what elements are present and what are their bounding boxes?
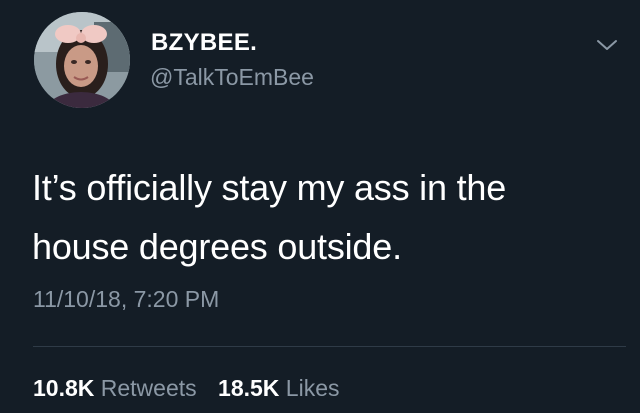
tweet-text: It’s officially stay my ass in the house… xyxy=(32,158,612,276)
tweet-card: BZYBEE. @TalkToEmBee It’s officially sta… xyxy=(0,0,640,413)
retweets-count: 10.8K xyxy=(33,375,95,401)
divider xyxy=(33,346,626,347)
tweet-timestamp[interactable]: 11/10/18, 7:20 PM xyxy=(33,286,219,313)
author-handle[interactable]: @TalkToEmBee xyxy=(150,64,314,91)
likes-count: 18.5K xyxy=(218,375,280,401)
likes-stat[interactable]: 18.5K Likes xyxy=(218,375,339,402)
author-display-name[interactable]: BZYBEE. xyxy=(151,29,257,57)
likes-label: Likes xyxy=(285,375,340,401)
profile-photo-icon xyxy=(34,12,130,108)
tweet-text-line: house degrees outside. xyxy=(32,226,402,267)
retweets-stat[interactable]: 10.8K Retweets xyxy=(33,375,197,402)
avatar[interactable] xyxy=(34,12,130,108)
chevron-down-icon[interactable] xyxy=(594,36,620,54)
tweet-text-line: It’s officially stay my ass in the xyxy=(32,167,507,208)
engagement-stats: 10.8K Retweets 18.5K Likes xyxy=(33,375,340,402)
retweets-label: Retweets xyxy=(100,375,197,401)
